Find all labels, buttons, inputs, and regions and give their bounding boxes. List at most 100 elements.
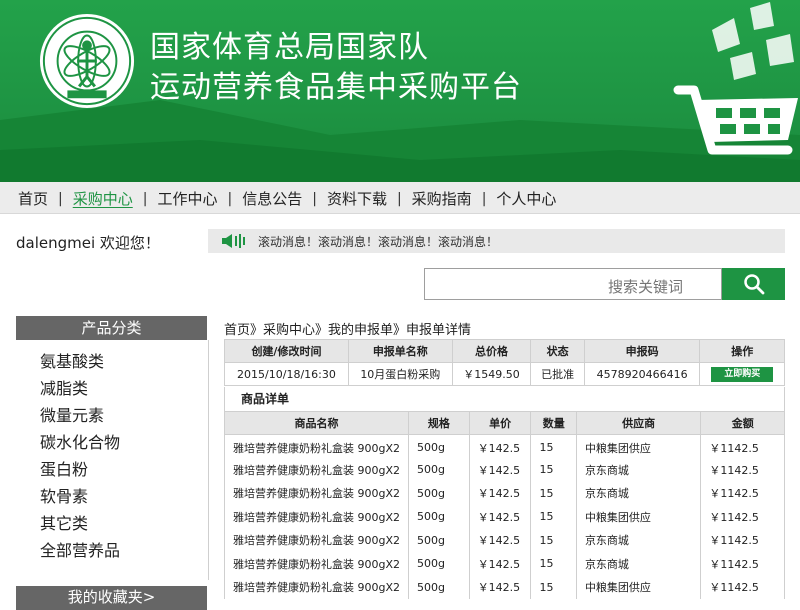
product-spec: 500g — [408, 458, 470, 482]
column-header: 申报单名称 — [347, 339, 453, 363]
category-panel-title: 产品分类 — [16, 316, 207, 340]
order-code: 4578920466416 — [583, 362, 701, 386]
column-header: 操作 — [699, 339, 785, 363]
product-name: 雅培营养健康奶粉礼盒装 900gX2 — [223, 458, 410, 482]
product-amount: ￥1142.5 — [700, 528, 785, 552]
product-spec: 500g — [408, 575, 470, 599]
search-input[interactable] — [424, 268, 722, 300]
column-header: 规格 — [408, 411, 470, 435]
category-item[interactable]: 碳水化合物 — [40, 429, 120, 453]
product-amount: ￥1142.5 — [700, 505, 785, 529]
product-name: 雅培营养健康奶粉礼盒装 900gX2 — [223, 528, 410, 552]
table-row: 雅培营养健康奶粉礼盒装 900gX2 500g ￥142.5 15 中粮集团供应 ￥114… — [223, 434, 785, 458]
product-qty: 15 — [530, 505, 577, 529]
table-row: 雅培营养健康奶粉礼盒装 900gX2 500g ￥142.5 15 中粮集团供应 ￥114… — [223, 505, 785, 529]
search-button[interactable] — [722, 268, 785, 300]
nav-item[interactable]: 采购指南 — [410, 188, 474, 209]
product-price: ￥142.5 — [468, 528, 532, 552]
breadcrumb[interactable]: 首页》采购中心》我的申报单》申报单详情 — [224, 319, 471, 338]
category-item[interactable]: 氨基酸类 — [40, 348, 104, 372]
product-price: ￥142.5 — [468, 575, 532, 599]
nav-menu: 首页 | 采购中心 | 工作中心 | 信息公告 | 资料下载 | 采购指南 | 个人中心 — [16, 188, 558, 209]
site-header: 国家体育总局国家队 运动营养食品集中采购平台 — [0, 0, 800, 182]
nav-separator: | — [396, 190, 402, 207]
news-marquee: 滚动消息！滚动消息！滚动消息！滚动消息！ — [208, 229, 785, 253]
order-time: 2015/10/18/16:30 — [224, 362, 349, 386]
product-supplier: 京东商城 — [575, 528, 702, 552]
table-row: 雅培营养健康奶粉礼盒装 900gX2 500g ￥142.5 15 中粮集团供应 ￥114… — [223, 575, 785, 599]
product-name: 雅培营养健康奶粉礼盒装 900gX2 — [223, 481, 410, 505]
nav-item[interactable]: 首页 — [16, 188, 50, 209]
product-amount: ￥1142.5 — [700, 458, 785, 482]
product-name: 雅培营养健康奶粉礼盒装 900gX2 — [223, 505, 410, 529]
order-summary-table: 创建/修改时间 申报单名称 总价格 状态 申报码 操作 2015/10/18/1… — [224, 339, 785, 386]
nav-item[interactable]: 信息公告 — [240, 188, 304, 209]
order-name: 10月蛋白粉采购 — [347, 362, 453, 386]
column-header: 金额 — [700, 411, 785, 435]
logo-emblem-icon — [39, 13, 135, 109]
order-status: 已批准 — [530, 362, 585, 386]
product-spec: 500g — [408, 528, 470, 552]
nav-separator: | — [227, 190, 233, 207]
favorites-link[interactable]: 我的收藏夹> — [16, 586, 207, 610]
product-qty: 15 — [530, 458, 577, 482]
product-qty: 15 — [530, 434, 577, 458]
order-total: ￥1549.50 — [451, 362, 532, 386]
detail-header-row: 商品名称 规格 单价 数量 供应商 金额 — [223, 411, 785, 435]
product-name: 雅培营养健康奶粉礼盒装 900gX2 — [223, 434, 410, 458]
product-qty: 15 — [530, 575, 577, 599]
product-price: ￥142.5 — [468, 505, 532, 529]
product-supplier: 京东商城 — [575, 481, 702, 505]
table-row: 雅培营养健康奶粉礼盒装 900gX2 500g ￥142.5 15 京东商城 ￥1142.… — [223, 458, 785, 482]
table-row: 雅培营养健康奶粉礼盒装 900gX2 500g ￥142.5 15 京东商城 ￥1142.… — [223, 481, 785, 505]
nav-item[interactable]: 采购中心 — [71, 188, 135, 209]
welcome-text: dalengmei 欢迎您！ — [16, 234, 160, 252]
search-icon — [743, 274, 764, 295]
product-supplier: 中粮集团供应 — [575, 434, 702, 458]
speaker-icon — [222, 234, 245, 248]
product-qty: 15 — [530, 552, 577, 576]
nav-separator: | — [58, 190, 63, 207]
column-header: 单价 — [468, 411, 532, 435]
product-supplier: 京东商城 — [575, 458, 702, 482]
table-row: 雅培营养健康奶粉礼盒装 900gX2 500g ￥142.5 15 京东商城 ￥1142.… — [223, 528, 785, 552]
category-item[interactable]: 其它类 — [40, 510, 88, 534]
product-name: 雅培营养健康奶粉礼盒装 900gX2 — [223, 575, 410, 599]
category-item[interactable]: 微量元素 — [40, 402, 104, 426]
product-spec: 500g — [408, 481, 470, 505]
product-price: ￥142.5 — [468, 481, 532, 505]
product-detail-table: 商品名称 规格 单价 数量 供应商 金额 雅培营养健康奶粉礼盒装 900gX2 5… — [223, 411, 785, 599]
shopping-cart-icon — [673, 2, 798, 155]
category-item[interactable]: 减脂类 — [40, 375, 88, 399]
nav-item[interactable]: 个人中心 — [494, 188, 558, 209]
product-qty: 15 — [530, 528, 577, 552]
nav-item[interactable]: 资料下载 — [325, 188, 389, 209]
product-price: ￥142.5 — [468, 552, 532, 576]
buy-now-button[interactable]: 立即购买 — [711, 367, 774, 382]
column-header: 申报码 — [583, 339, 701, 363]
product-supplier: 京东商城 — [575, 552, 702, 576]
product-amount: ￥1142.5 — [700, 575, 785, 599]
order-header-row: 创建/修改时间 申报单名称 总价格 状态 申报码 操作 — [224, 339, 785, 363]
product-amount: ￥1142.5 — [700, 481, 785, 505]
table-row: 雅培营养健康奶粉礼盒装 900gX2 500g ￥142.5 15 京东商城 ￥1142.… — [223, 552, 785, 576]
product-supplier: 中粮集团供应 — [575, 505, 702, 529]
product-amount: ￥1142.5 — [700, 552, 785, 576]
category-item[interactable]: 全部营养品 — [40, 537, 120, 561]
order-row: 2015/10/18/16:30 10月蛋白粉采购 ￥1549.50 已批准 4… — [224, 362, 785, 386]
column-header: 创建/修改时间 — [224, 339, 349, 363]
column-header: 供应商 — [575, 411, 702, 435]
product-qty: 15 — [530, 481, 577, 505]
main-nav: 首页 | 采购中心 | 工作中心 | 信息公告 | 资料下载 | 采购指南 | 个人中心 — [0, 182, 800, 214]
product-spec: 500g — [408, 434, 470, 458]
category-item[interactable]: 软骨素 — [40, 483, 88, 507]
detail-section-title: 商品详单 — [224, 387, 785, 411]
nav-item[interactable]: 工作中心 — [155, 188, 219, 209]
product-price: ￥142.5 — [468, 458, 532, 482]
product-amount: ￥1142.5 — [700, 434, 785, 458]
category-item[interactable]: 蛋白粉 — [40, 456, 88, 480]
product-spec: 500g — [408, 505, 470, 529]
product-spec: 500g — [408, 552, 470, 576]
column-header: 总价格 — [451, 339, 532, 363]
nav-separator: | — [142, 190, 148, 207]
